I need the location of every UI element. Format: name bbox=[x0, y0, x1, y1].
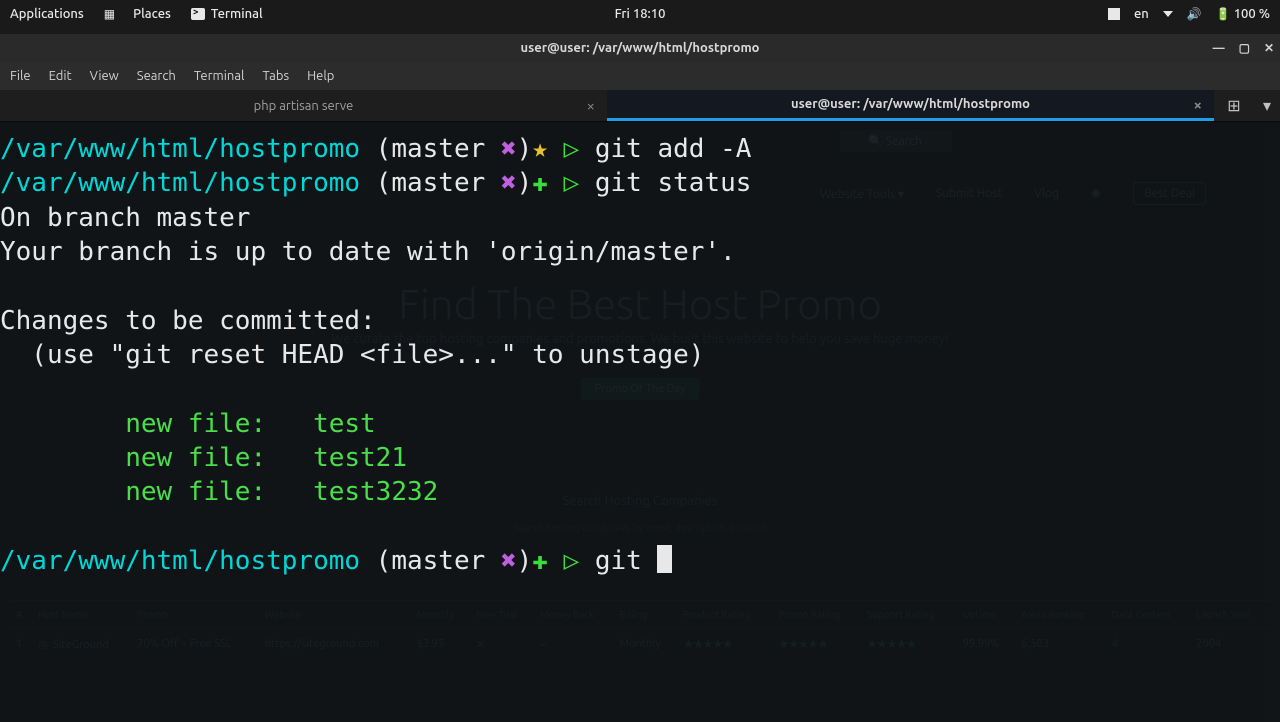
terminal-window: user@user: /var/www/html/hostpromo — ▢ ✕… bbox=[0, 34, 1280, 720]
tab-close-icon[interactable]: × bbox=[587, 97, 595, 114]
prompt-path: /var/www/html/hostpromo bbox=[0, 134, 360, 164]
output-line: On branch master bbox=[0, 203, 250, 233]
git-dirty-icon: ✖ bbox=[501, 134, 517, 164]
tab-label: user@user: /var/www/html/hostpromo bbox=[791, 97, 1030, 111]
window-titlebar[interactable]: user@user: /var/www/html/hostpromo — ▢ ✕ bbox=[0, 34, 1280, 62]
recording-indicator-icon[interactable] bbox=[1108, 8, 1120, 20]
command-text: git status bbox=[595, 168, 752, 198]
new-file-line: new file: test bbox=[0, 409, 376, 439]
window-title: user@user: /var/www/html/hostpromo bbox=[521, 41, 760, 55]
places-menu[interactable]: Places bbox=[133, 7, 171, 21]
keyboard-layout[interactable]: en bbox=[1134, 7, 1149, 21]
tab-dropdown-icon[interactable]: ▾ bbox=[1254, 90, 1280, 121]
terminal-icon bbox=[191, 8, 205, 20]
terminal-cursor bbox=[657, 545, 672, 573]
prompt-arrow-icon: ▷ bbox=[564, 134, 580, 164]
command-text: git add -A bbox=[595, 134, 752, 164]
active-app-indicator[interactable]: Terminal bbox=[191, 7, 263, 21]
output-line: Your branch is up to date with 'origin/m… bbox=[0, 237, 736, 267]
prompt-branch: master bbox=[391, 134, 485, 164]
applications-menu[interactable]: Applications bbox=[10, 7, 84, 21]
tab-hostpromo[interactable]: user@user: /var/www/html/hostpromo × bbox=[607, 90, 1214, 121]
terminal-tab-row: php artisan serve × user@user: /var/www/… bbox=[0, 90, 1280, 122]
close-button[interactable]: ✕ bbox=[1264, 41, 1274, 55]
gnome-top-panel: Applications ▦ Places Terminal Fri 18:10… bbox=[0, 0, 1280, 28]
menu-tabs[interactable]: Tabs bbox=[262, 69, 289, 83]
new-tab-button[interactable]: ⊞ bbox=[1214, 90, 1254, 121]
volume-icon[interactable] bbox=[1187, 7, 1202, 21]
network-icon[interactable] bbox=[1163, 11, 1173, 17]
new-file-line: new file: test21 bbox=[0, 443, 407, 473]
panel-clock[interactable]: Fri 18:10 bbox=[615, 7, 666, 21]
tab-php-artisan[interactable]: php artisan serve × bbox=[0, 90, 607, 121]
menu-edit[interactable]: Edit bbox=[49, 69, 72, 83]
menu-view[interactable]: View bbox=[90, 69, 119, 83]
terminal-menubar: File Edit View Search Terminal Tabs Help bbox=[0, 62, 1280, 90]
battery-indicator[interactable]: 100 % bbox=[1216, 7, 1270, 21]
git-staged-icon: ✚ bbox=[532, 168, 548, 198]
new-file-line: new file: test3232 bbox=[0, 477, 438, 507]
tab-label: php artisan serve bbox=[254, 99, 354, 113]
tab-close-icon[interactable]: × bbox=[1194, 96, 1202, 113]
terminal-body[interactable]: /var/www/html/hostpromo (master ✖)★ ▷ gi… bbox=[0, 122, 1280, 722]
menu-help[interactable]: Help bbox=[307, 69, 334, 83]
output-line: (use "git reset HEAD <file>..." to unsta… bbox=[0, 340, 704, 370]
git-star-icon: ★ bbox=[532, 134, 548, 164]
minimize-button[interactable]: — bbox=[1213, 42, 1225, 55]
output-line: Changes to be committed: bbox=[0, 306, 376, 336]
menu-terminal[interactable]: Terminal bbox=[194, 69, 245, 83]
menu-file[interactable]: File bbox=[10, 69, 31, 83]
command-text: git bbox=[595, 546, 658, 576]
menu-search[interactable]: Search bbox=[137, 69, 176, 83]
activities-icon[interactable]: ▦ bbox=[104, 7, 113, 21]
maximize-button[interactable]: ▢ bbox=[1239, 41, 1250, 55]
